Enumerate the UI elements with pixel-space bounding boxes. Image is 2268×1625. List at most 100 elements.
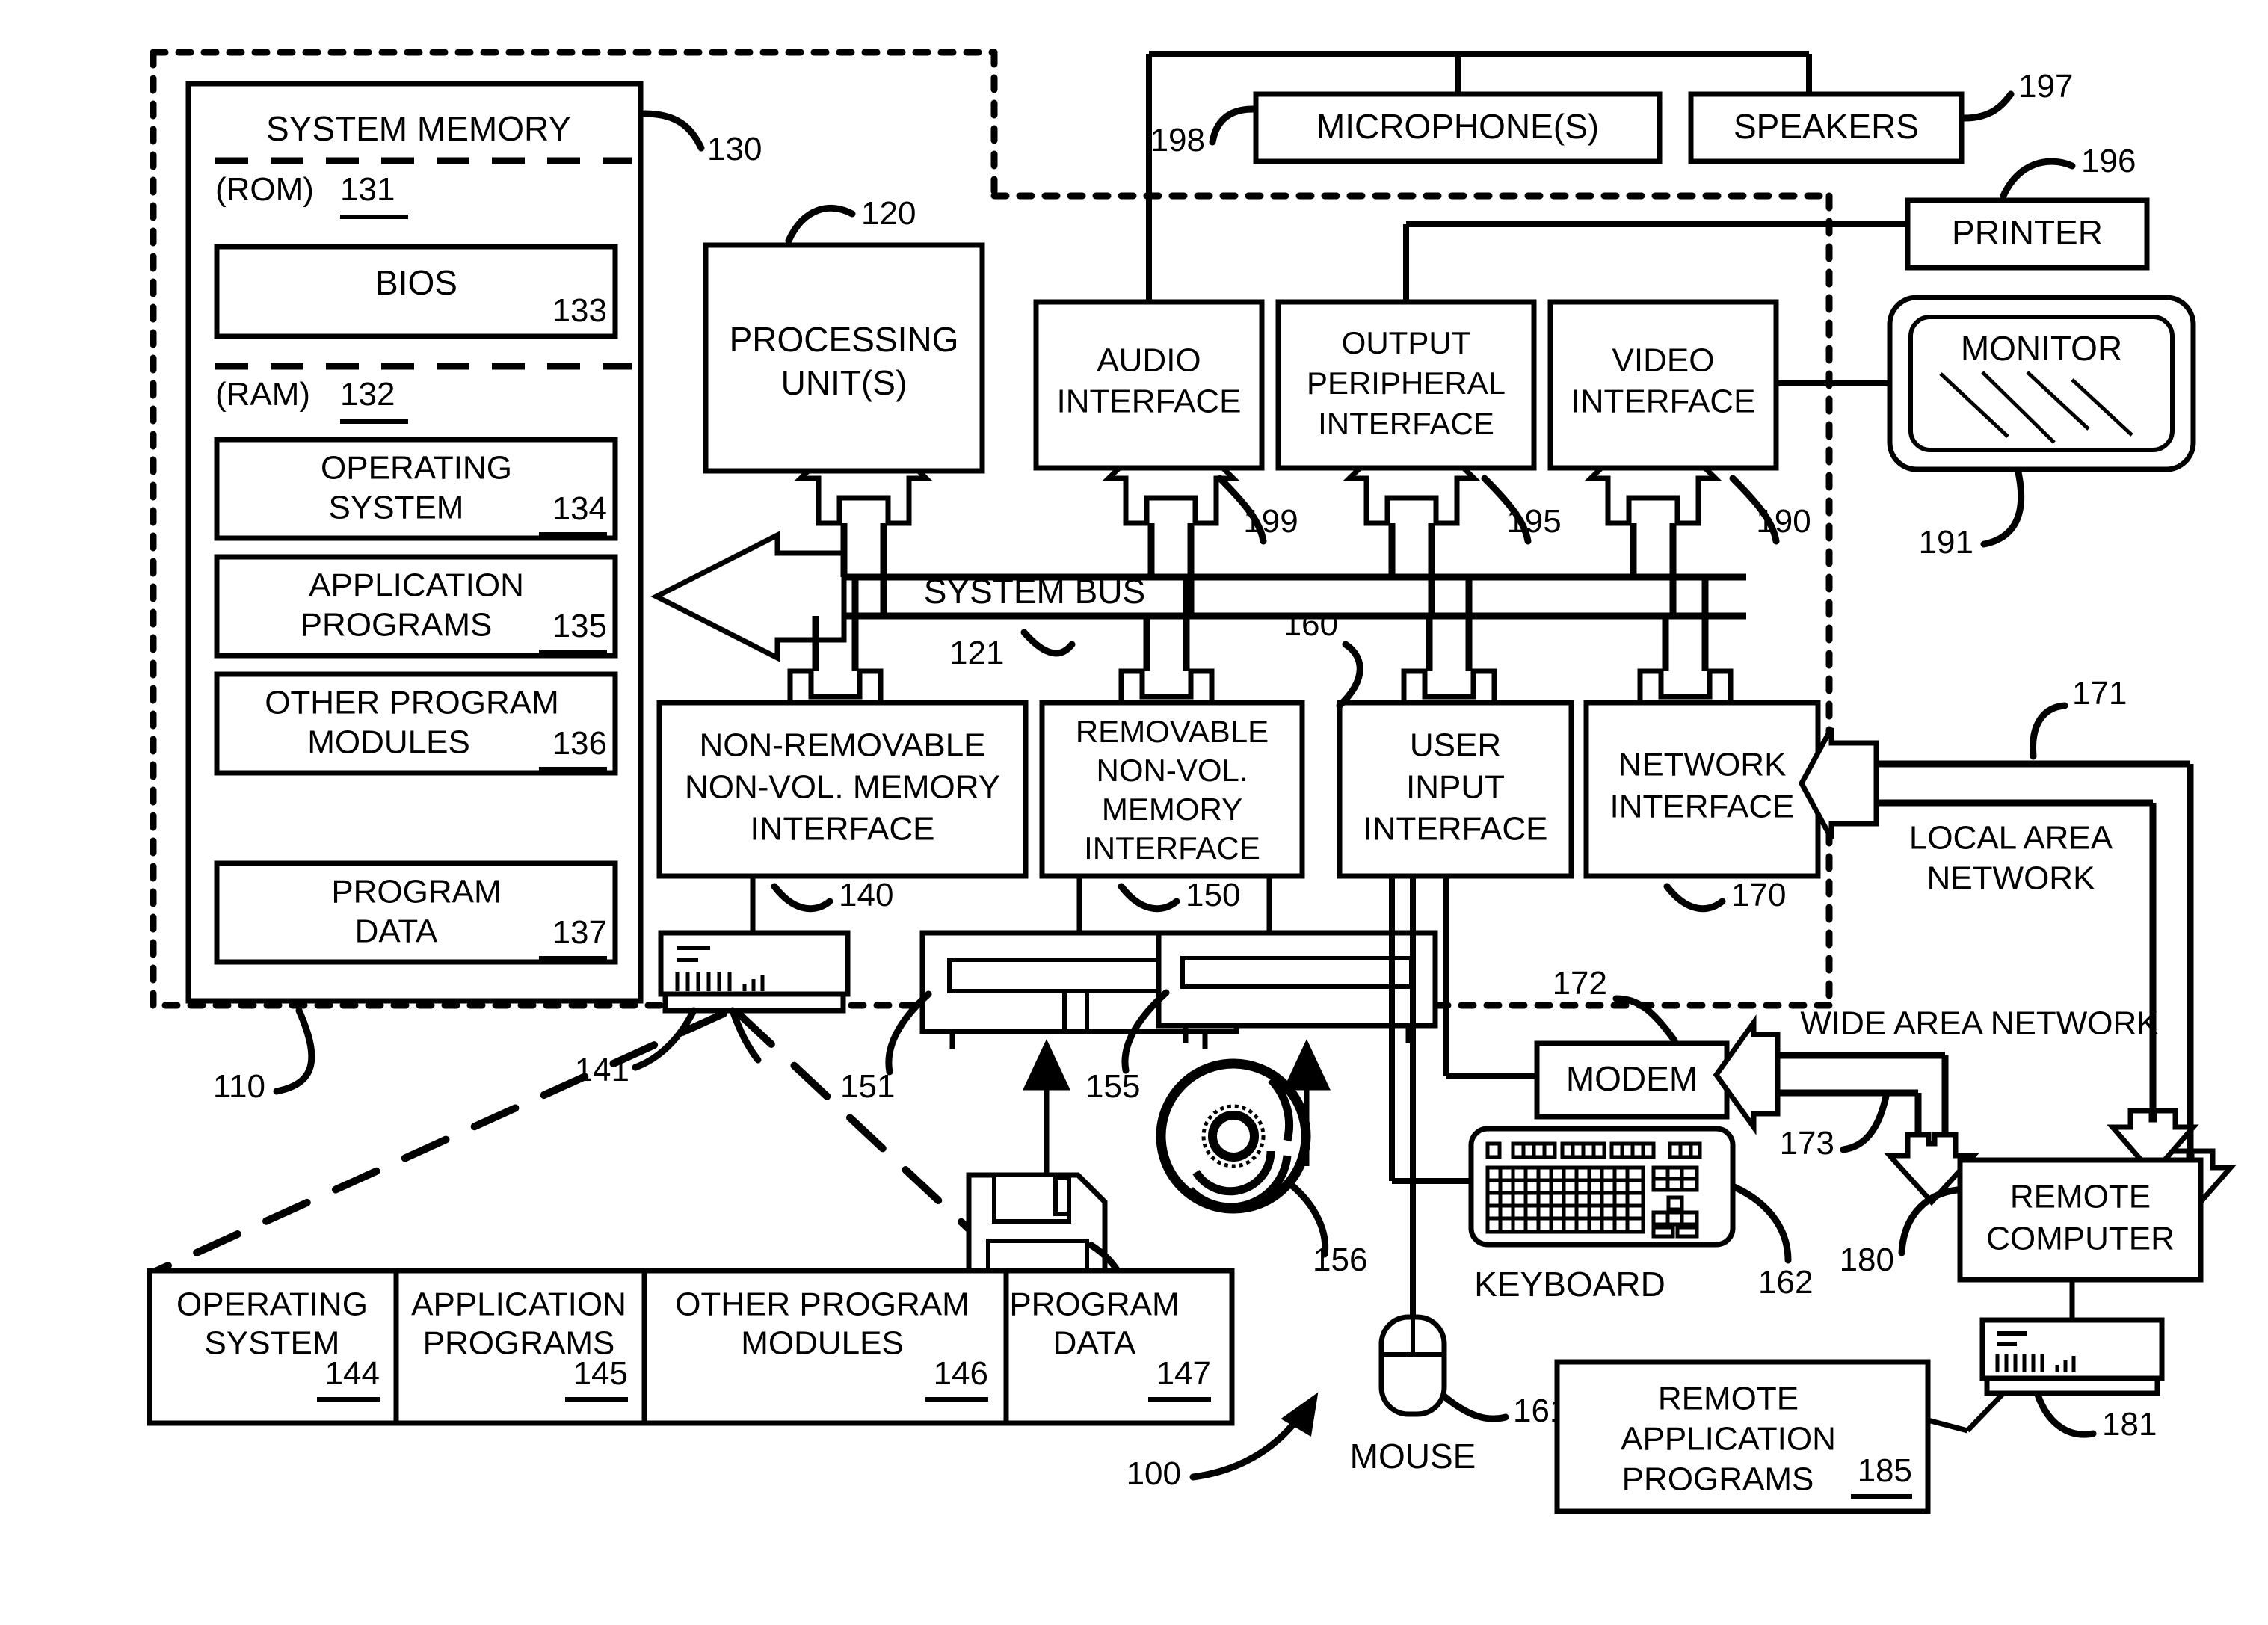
nonrem-line2: NON-VOL. MEMORY (685, 769, 1000, 806)
figure-ref: 100 (1127, 1455, 1181, 1492)
bios-label: BIOS (375, 263, 457, 302)
keyboard-label: KEYBOARD (1474, 1265, 1665, 1304)
memory-item-operating-system: OPERATING SYSTEM 134 (214, 437, 618, 541)
memory-item-line2: SYSTEM (329, 490, 464, 526)
lan-connection (1799, 727, 2194, 1151)
storage-col-line2: DATA (1053, 1325, 1136, 1362)
hard-disk-device (658, 876, 851, 1014)
nonrem-ref: 140 (839, 877, 893, 913)
speakers-ref: 197 (2018, 68, 2073, 105)
rem-ref: 150 (1186, 877, 1240, 913)
storage-col-line1: PROGRAM (1009, 1286, 1179, 1323)
remote-computer-box: REMOTE COMPUTER (1957, 1157, 2204, 1283)
processing-unit-ref: 120 (861, 195, 916, 232)
printer-box: PRINTER (1905, 197, 2150, 271)
optical-disc-ref: 156 (1313, 1242, 1367, 1278)
uii-line1: USER (1410, 727, 1501, 764)
modem-label: MODEM (1566, 1059, 1698, 1098)
monitor-device: MONITOR (1887, 295, 2196, 472)
wan-connection (1713, 1014, 1979, 1206)
opi-ref: 195 (1506, 503, 1561, 540)
remote-application-programs-box: REMOTE APPLICATION PROGRAMS 185 (1554, 1359, 1931, 1514)
rom-ref: 131 (340, 171, 395, 208)
memory-item-ref: 134 (552, 490, 607, 527)
storage-col-line2: MODULES (741, 1325, 904, 1362)
ram-label: (RAM) (215, 376, 310, 413)
storage-col-line2: SYSTEM (205, 1325, 340, 1362)
rap-line2: APPLICATION (1621, 1421, 1836, 1458)
remote-computer-line1: REMOTE (2010, 1179, 2151, 1215)
printer-wiring (1403, 221, 1908, 302)
memory-item-other-program-modules: OTHER PROGRAM MODULES 136 (214, 671, 618, 776)
nonrem-line3: INTERFACE (751, 811, 935, 848)
network-interface-box: NETWORK INTERFACE (1583, 700, 1821, 879)
opi-line2: PERIPHERAL (1307, 366, 1506, 401)
ni-line2: INTERFACE (1610, 789, 1795, 825)
speakers-label: SPEAKERS (1734, 107, 1919, 146)
memory-item-line2: MODULES (307, 724, 470, 761)
lan-line2: NETWORK (1927, 860, 2095, 897)
rap-line1: REMOTE (1658, 1381, 1799, 1417)
audio-wiring (1146, 51, 1812, 302)
system-bus-label: SYSTEM BUS (924, 572, 1146, 611)
patent-figure-canvas: SYSTEM BUS 121 SYSTEM MEMORY 130 (ROM) 1… (0, 0, 2268, 1625)
audio-interface-ref: 199 (1243, 503, 1298, 540)
printer-ref: 196 (2081, 143, 2136, 179)
video-interface-ref: 190 (1756, 503, 1811, 540)
ni-line1: NETWORK (1618, 747, 1787, 783)
speakers-box: SPEAKERS (1688, 91, 1965, 164)
microphone-box: MICROPHONE(S) (1253, 91, 1663, 164)
processing-unit-line2: UNIT(S) (781, 363, 907, 402)
microphone-ref: 198 (1150, 122, 1205, 158)
video-interface-line2: INTERFACE (1571, 383, 1756, 420)
user-input-interface-box: USER INPUT INTERFACE (1337, 700, 1574, 879)
ni-ref: 170 (1731, 877, 1786, 913)
remote-computer-line2: COMPUTER (1986, 1221, 2175, 1257)
mouse-label: MOUSE (1350, 1437, 1476, 1476)
memory-item-line1: OPERATING (321, 450, 512, 487)
rem-line1: REMOVABLE (1076, 714, 1269, 749)
bios-ref: 133 (552, 292, 607, 329)
memory-item-line1: OTHER PROGRAM (265, 685, 559, 721)
rem-line3: MEMORY (1102, 792, 1242, 827)
processing-unit-box: PROCESSING UNIT(S) (703, 242, 985, 474)
audio-interface-line2: INTERFACE (1057, 383, 1242, 420)
storage-col-line1: OTHER PROGRAM (675, 1286, 970, 1323)
rap-ref: 185 (1858, 1452, 1912, 1489)
memory-item-application-programs: APPLICATION PROGRAMS 135 (214, 554, 618, 659)
system-memory-ref: 130 (707, 131, 762, 167)
lan-line1: LOCAL AREA (1909, 820, 2113, 857)
removable-interface-box: REMOVABLE NON-VOL. MEMORY INTERFACE (1039, 700, 1305, 879)
video-interface-box: VIDEO INTERFACE (1547, 299, 1779, 471)
nonrem-line1: NON-REMOVABLE (699, 727, 985, 764)
rap-connector (1927, 1417, 1968, 1434)
audio-interface-line1: AUDIO (1097, 342, 1201, 379)
storage-col-ref: 147 (1156, 1355, 1211, 1392)
wan-label: WIDE AREA NETWORK (1800, 1005, 2158, 1042)
rap-line3: PROGRAMS (1622, 1461, 1814, 1498)
storage-col-ref: 146 (934, 1355, 988, 1392)
floppy-disk-media (966, 1039, 1108, 1308)
remote-computer-ref: 180 (1840, 1242, 1894, 1278)
system-memory-title: SYSTEM MEMORY (266, 109, 571, 148)
bios-box: BIOS 133 (214, 244, 618, 339)
audio-interface-box: AUDIO INTERFACE (1033, 299, 1265, 471)
storage-table: OPERATING SYSTEM 144 APPLICATION PROGRAM… (147, 1268, 1235, 1426)
computer-ref: 110 (213, 1068, 265, 1105)
memory-item-ref: 137 (552, 914, 607, 951)
monitor-label: MONITOR (1961, 329, 2122, 368)
memory-item-line2: PROGRAMS (301, 607, 493, 644)
floppy-drive-ref: 151 (840, 1068, 895, 1105)
storage-col-ref: 145 (573, 1355, 628, 1392)
monitor-ref: 191 (1919, 524, 1973, 561)
optical-disc-media (1156, 1039, 1331, 1214)
opi-line3: INTERFACE (1318, 406, 1494, 441)
memory-item-line1: PROGRAM (331, 874, 501, 910)
modem-ref: 172 (1553, 965, 1607, 1002)
wan-ref: 173 (1780, 1125, 1834, 1162)
printer-label: PRINTER (1952, 213, 2103, 252)
lan-ref: 171 (2072, 675, 2127, 712)
memory-item-line1: APPLICATION (309, 567, 524, 604)
rem-line2: NON-VOL. (1096, 753, 1248, 788)
uii-line3: INTERFACE (1363, 811, 1548, 848)
